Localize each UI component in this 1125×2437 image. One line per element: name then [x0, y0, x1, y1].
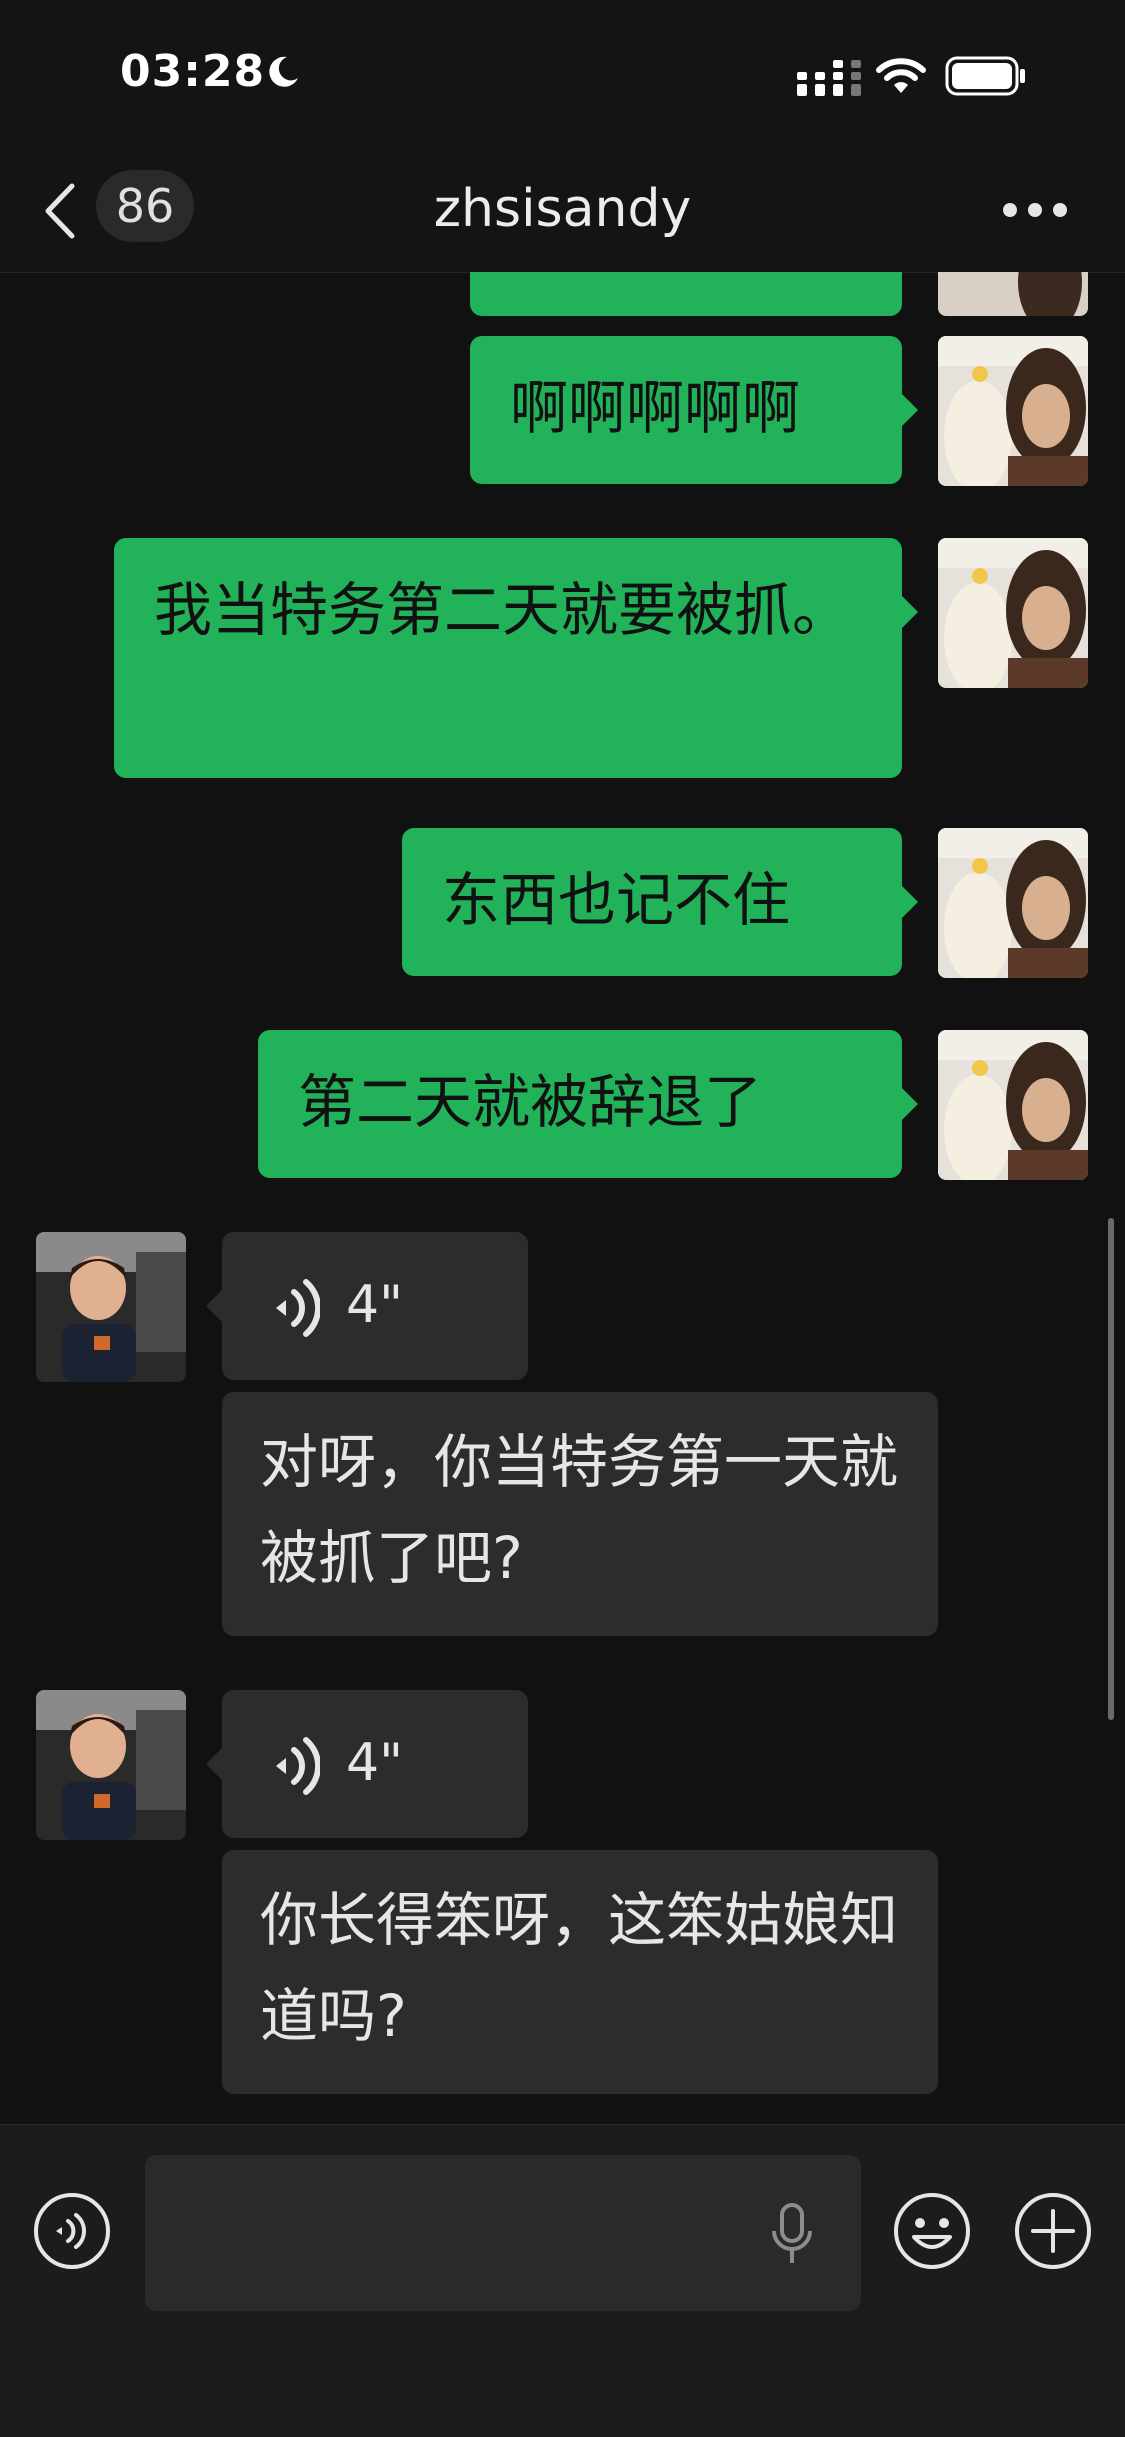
my-avatar[interactable] — [938, 828, 1088, 978]
voice-input-icon[interactable] — [32, 2191, 112, 2271]
message-bubble-outgoing[interactable]: 我当特务第二天就要被抓。 — [114, 538, 902, 778]
bubble-tail — [206, 1748, 222, 1780]
status-bar: 03:28 — [0, 0, 1125, 150]
input-bar — [0, 2124, 1125, 2437]
my-avatar[interactable] — [938, 538, 1088, 688]
my-avatar[interactable] — [938, 336, 1088, 486]
emoji-icon[interactable] — [892, 2191, 972, 2271]
message-bubble-outgoing[interactable]: 东西也记不住 — [402, 828, 902, 976]
my-avatar[interactable] — [938, 272, 1088, 316]
voice-wave-icon — [276, 1737, 320, 1795]
bubble-tail — [902, 394, 918, 426]
more-icon[interactable] — [1000, 198, 1070, 222]
transcript-text: 你长得笨呀，这笨姑娘知道吗? — [260, 1886, 899, 2050]
bubble-tail — [206, 1290, 222, 1322]
wifi-icon — [876, 58, 926, 93]
my-avatar[interactable] — [938, 1030, 1088, 1180]
message-list[interactable]: 啊啊啊啊啊 我当特务第二天就要被抓。 东西也记不住 第二天就被辞退了 4" 对呀… — [0, 272, 1125, 2124]
bubble-tail — [902, 1088, 918, 1120]
bubble-tail — [902, 886, 918, 918]
plus-icon[interactable] — [1013, 2191, 1093, 2271]
message-text: 第二天就被辞退了 — [298, 1068, 763, 1136]
contact-avatar[interactable] — [36, 1232, 186, 1382]
voice-duration: 4" — [346, 1733, 404, 1793]
message-bubble-partial[interactable] — [470, 272, 902, 316]
message-text: 我当特务第二天就要被抓。 — [154, 576, 851, 644]
message-bubble-outgoing[interactable]: 啊啊啊啊啊 — [470, 336, 902, 484]
voice-duration: 4" — [346, 1275, 404, 1335]
transcript-text: 对呀，你当特务第一天就被抓了吧? — [260, 1428, 899, 1592]
mic-icon[interactable] — [770, 2203, 814, 2267]
moon-icon — [269, 56, 298, 87]
battery-icon — [945, 56, 1025, 96]
bubble-tail — [902, 596, 918, 628]
message-text: 东西也记不住 — [442, 866, 791, 934]
voice-message-bubble[interactable]: 4" — [222, 1690, 528, 1838]
message-input[interactable] — [145, 2155, 861, 2311]
message-text: 啊啊啊啊啊 — [510, 374, 801, 442]
message-bubble-outgoing[interactable]: 第二天就被辞退了 — [258, 1030, 902, 1178]
scrollbar[interactable] — [1108, 1218, 1114, 1720]
voice-message-bubble[interactable]: 4" — [222, 1232, 528, 1380]
chat-title: zhsisandy — [433, 179, 692, 239]
signal-icon — [797, 60, 861, 96]
contact-avatar[interactable] — [36, 1690, 186, 1840]
voice-transcript-bubble[interactable]: 你长得笨呀，这笨姑娘知道吗? — [222, 1850, 938, 2094]
voice-wave-icon — [276, 1279, 320, 1337]
status-time: 03:28 — [120, 46, 266, 97]
voice-transcript-bubble[interactable]: 对呀，你当特务第一天就被抓了吧? — [222, 1392, 938, 1636]
chat-header: 86 zhsisandy — [0, 150, 1125, 273]
